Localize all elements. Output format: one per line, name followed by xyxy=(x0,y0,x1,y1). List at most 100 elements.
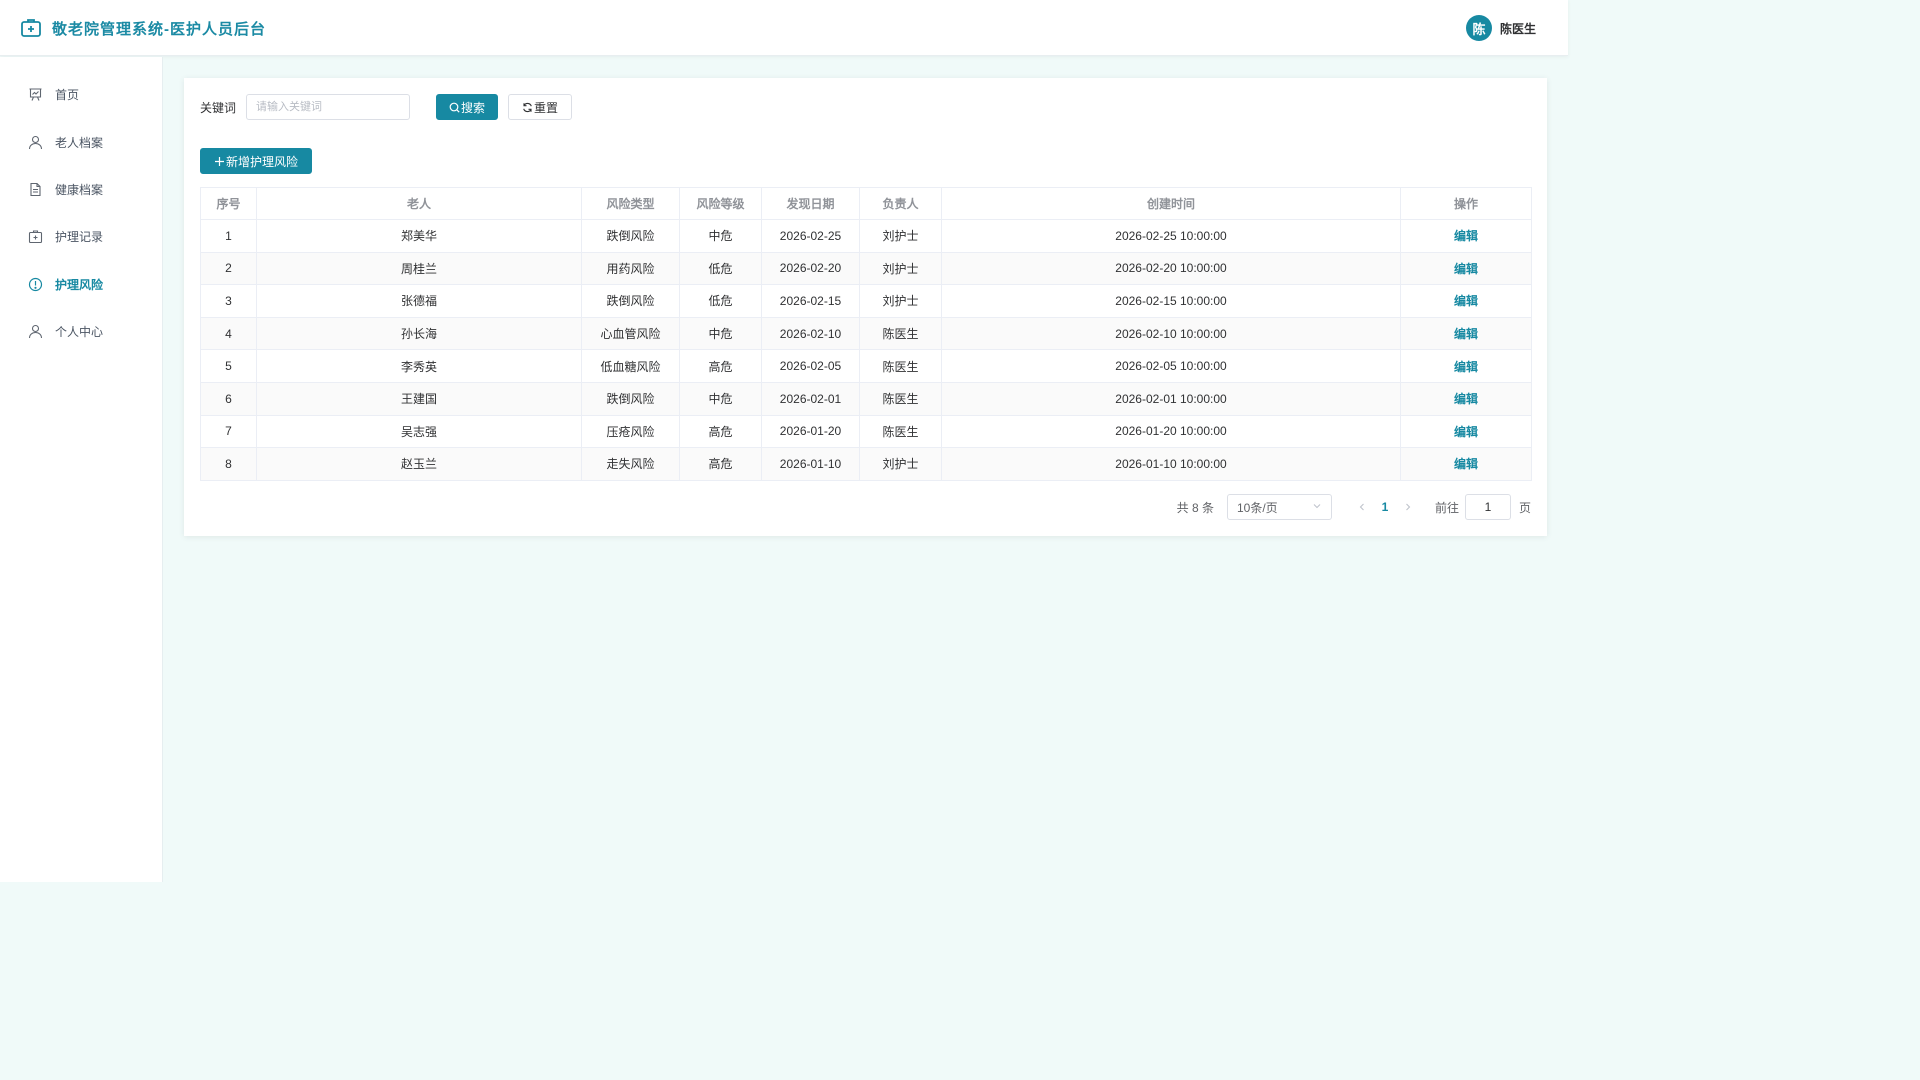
edit-link[interactable]: 编辑 xyxy=(1454,360,1478,374)
add-button-label: 新增护理风险 xyxy=(226,154,299,169)
brand: 敬老院管理系统-医护人员后台 xyxy=(20,16,266,40)
cell-risk-type: 走失风险 xyxy=(581,447,680,481)
table-row: 7 吴志强 压疮风险 高危 2026-01-20 陈医生 2026-01-20 … xyxy=(200,414,1532,449)
cell-date: 2026-02-10 xyxy=(761,316,860,351)
sidebar: 首页 老人档案 健康档案 护理记录 护理风险 个人中心 xyxy=(0,57,163,882)
column-header: 风险类型 xyxy=(581,187,680,220)
search-icon xyxy=(449,102,460,113)
table-row: 5 李秀英 低血糖风险 高危 2026-02-05 陈医生 2026-02-05… xyxy=(200,349,1532,383)
sidebar-item-care-risk[interactable]: 护理风险 xyxy=(0,261,162,308)
cell-owner: 陈医生 xyxy=(859,414,942,449)
column-header: 序号 xyxy=(200,187,257,220)
cell-owner: 陈医生 xyxy=(859,381,942,416)
cell-risk-level: 中危 xyxy=(679,219,762,253)
cell-risk-level: 低危 xyxy=(679,251,762,286)
sidebar-item-elder-records[interactable]: 老人档案 xyxy=(0,118,162,165)
cell-created: 2026-02-15 10:00:00 xyxy=(941,284,1401,318)
table-row: 4 孙长海 心血管风险 中危 2026-02-10 陈医生 2026-02-10… xyxy=(200,316,1532,351)
search-button-label: 搜索 xyxy=(461,100,486,115)
reset-button[interactable]: 重置 xyxy=(508,94,573,120)
plus-icon xyxy=(214,156,225,167)
cell-owner: 刘护士 xyxy=(859,447,942,481)
cell-date: 2026-02-20 xyxy=(761,251,860,286)
cell-created: 2026-02-25 10:00:00 xyxy=(941,219,1401,253)
table-row: 3 张德福 跌倒风险 低危 2026-02-15 刘护士 2026-02-15 … xyxy=(200,284,1532,318)
cell-action: 编辑 xyxy=(1400,251,1532,286)
user-icon xyxy=(28,324,43,339)
presentation-icon xyxy=(28,87,43,102)
cell-risk-level: 低危 xyxy=(679,284,762,318)
add-care-risk-button[interactable]: 新增护理风险 xyxy=(200,148,313,174)
sidebar-item-label: 健康档案 xyxy=(55,182,104,197)
cell-owner: 陈医生 xyxy=(859,316,942,351)
sidebar-item-label: 护理风险 xyxy=(55,277,104,292)
column-header: 创建时间 xyxy=(941,187,1401,220)
cell-created: 2026-02-20 10:00:00 xyxy=(941,251,1401,286)
table-row: 6 王建国 跌倒风险 中危 2026-02-01 陈医生 2026-02-01 … xyxy=(200,381,1532,416)
cell-action: 编辑 xyxy=(1400,381,1532,416)
cell-risk-type: 用药风险 xyxy=(581,251,680,286)
avatar[interactable]: 陈 xyxy=(1465,15,1492,41)
cell-owner: 陈医生 xyxy=(859,349,942,383)
prev-page-button[interactable] xyxy=(1352,494,1372,520)
cell-elder: 郑美华 xyxy=(256,219,582,253)
reset-button-label: 重置 xyxy=(534,100,559,115)
medical-kit-icon xyxy=(20,17,42,39)
chevron-right-icon xyxy=(1406,503,1411,511)
edit-link[interactable]: 编辑 xyxy=(1454,425,1478,439)
sidebar-item-profile[interactable]: 个人中心 xyxy=(0,308,162,355)
cell-elder: 吴志强 xyxy=(256,414,582,449)
sidebar-item-health-records[interactable]: 健康档案 xyxy=(0,166,162,213)
cell-no: 2 xyxy=(200,251,257,286)
cell-no: 8 xyxy=(200,447,257,481)
search-input[interactable] xyxy=(246,94,411,120)
cell-action: 编辑 xyxy=(1400,447,1532,481)
user-menu[interactable]: 陈 陈医生 xyxy=(1465,15,1536,41)
column-header: 老人 xyxy=(256,187,582,220)
cell-risk-type: 跌倒风险 xyxy=(581,219,680,253)
cell-no: 6 xyxy=(200,381,257,416)
content-card: 关键词 搜索 重置 新增护理风险 xyxy=(184,78,1547,536)
sidebar-item-home[interactable]: 首页 xyxy=(0,71,162,118)
chevron-left-icon xyxy=(1359,503,1364,511)
column-header: 操作 xyxy=(1400,187,1532,220)
goto-page-input[interactable] xyxy=(1464,494,1511,520)
cell-date: 2026-01-10 xyxy=(761,447,860,481)
edit-link[interactable]: 编辑 xyxy=(1454,392,1478,406)
cell-risk-level: 中危 xyxy=(679,316,762,351)
edit-link[interactable]: 编辑 xyxy=(1454,457,1478,471)
chevron-down-icon xyxy=(1312,500,1322,514)
table-row: 8 赵玉兰 走失风险 高危 2026-01-10 刘护士 2026-01-10 … xyxy=(200,447,1532,481)
cell-no: 7 xyxy=(200,414,257,449)
column-header: 发现日期 xyxy=(761,187,860,220)
cell-risk-level: 高危 xyxy=(679,414,762,449)
app-title: 敬老院管理系统-医护人员后台 xyxy=(52,20,266,38)
edit-link[interactable]: 编辑 xyxy=(1454,294,1478,308)
user-name[interactable]: 陈医生 xyxy=(1500,20,1536,37)
cell-created: 2026-02-10 10:00:00 xyxy=(941,316,1401,351)
cell-date: 2026-02-01 xyxy=(761,381,860,416)
edit-link[interactable]: 编辑 xyxy=(1454,262,1478,276)
table-row: 1 郑美华 跌倒风险 中危 2026-02-25 刘护士 2026-02-25 … xyxy=(200,219,1532,253)
cell-elder: 孙长海 xyxy=(256,316,582,351)
next-page-button[interactable] xyxy=(1398,494,1418,520)
column-header: 风险等级 xyxy=(679,187,762,220)
cell-elder: 李秀英 xyxy=(256,349,582,383)
sidebar-item-label: 个人中心 xyxy=(55,325,104,340)
cell-date: 2026-02-15 xyxy=(761,284,860,318)
cell-risk-level: 高危 xyxy=(679,349,762,383)
cell-owner: 刘护士 xyxy=(859,284,942,318)
search-button[interactable]: 搜索 xyxy=(436,94,499,120)
sidebar-item-care-records[interactable]: 护理记录 xyxy=(0,213,162,260)
page-size-select[interactable]: 10条/页 xyxy=(1226,494,1332,520)
cell-date: 2026-01-20 xyxy=(761,414,860,449)
edit-link[interactable]: 编辑 xyxy=(1454,327,1478,341)
cell-date: 2026-02-25 xyxy=(761,219,860,253)
cell-date: 2026-02-05 xyxy=(761,349,860,383)
edit-link[interactable]: 编辑 xyxy=(1454,229,1478,243)
pagination-total: 共 8 条 xyxy=(1176,500,1214,515)
cell-risk-type: 低血糖风险 xyxy=(581,349,680,383)
page-number-current[interactable]: 1 xyxy=(1375,500,1395,514)
cell-action: 编辑 xyxy=(1400,414,1532,449)
cell-elder: 张德福 xyxy=(256,284,582,318)
